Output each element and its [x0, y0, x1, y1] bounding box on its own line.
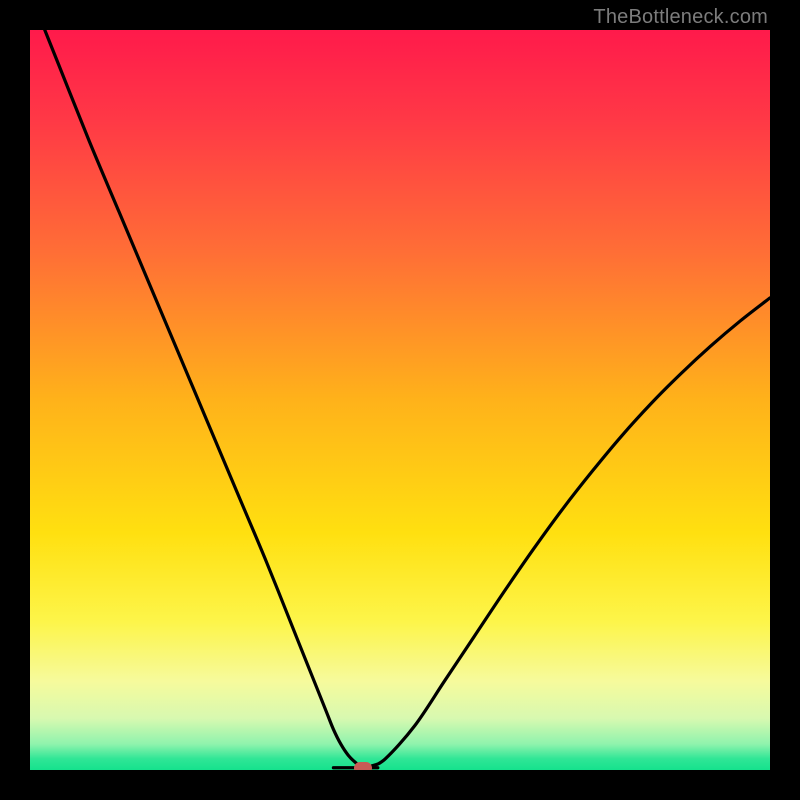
plot-area: [30, 30, 770, 770]
chart-frame: TheBottleneck.com: [0, 0, 800, 800]
bottleneck-curve: [30, 30, 770, 768]
minimum-marker: [354, 762, 372, 770]
curve-layer: [30, 30, 770, 770]
watermark-text: TheBottleneck.com: [593, 6, 768, 29]
